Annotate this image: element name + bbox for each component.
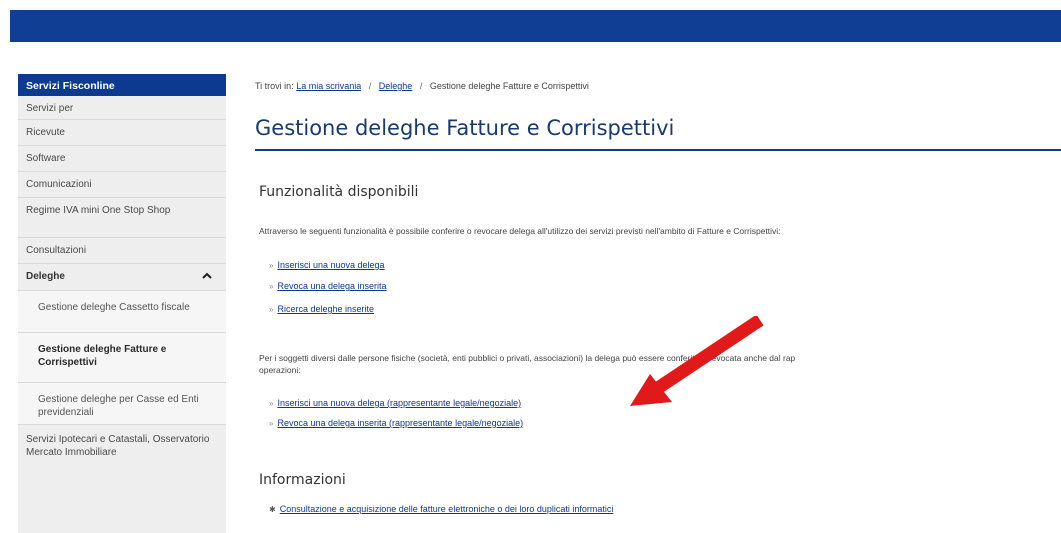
sidebar-item-consultazioni[interactable]: Consultazioni bbox=[18, 238, 226, 264]
breadcrumb-link-scrivania[interactable]: La mia scrivania bbox=[296, 81, 361, 91]
header-bar bbox=[10, 10, 1061, 42]
section-title-informazioni: Informazioni bbox=[259, 472, 346, 488]
sidebar-item-comunicazioni[interactable]: Comunicazioni bbox=[18, 172, 226, 198]
list-item: » Ricerca deleghe inserite bbox=[269, 304, 374, 314]
sidebar-item-regime-iva[interactable]: Regime IVA mini One Stop Shop bbox=[18, 198, 226, 238]
sidebar-item-servizi-per[interactable]: Servizi per bbox=[18, 96, 226, 120]
breadcrumb-current: Gestione deleghe Fatture e Corrispettivi bbox=[429, 81, 589, 91]
list-item: » Inserisci una nuova delega bbox=[269, 260, 385, 270]
top-strip bbox=[0, 0, 1061, 10]
sidebar-item-software[interactable]: Software bbox=[18, 146, 226, 172]
breadcrumb-prefix: Ti trovi in: bbox=[255, 81, 294, 91]
small-arrow-bullet-icon: » bbox=[269, 419, 274, 428]
sidebar-header[interactable]: Servizi Fisconline bbox=[18, 74, 226, 96]
list-item: » Revoca una delega inserita bbox=[269, 281, 387, 291]
sidebar-subitem-fatture[interactable]: Gestione deleghe Fatture e Corrispettivi bbox=[18, 333, 226, 383]
breadcrumb-link-deleghe[interactable]: Deleghe bbox=[379, 81, 413, 91]
sidebar: Servizi Fisconline Servizi per Ricevute … bbox=[18, 74, 226, 533]
title-divider bbox=[255, 149, 1061, 151]
link-ricerca-deleghe[interactable]: Ricerca deleghe inserite bbox=[277, 304, 374, 314]
link-inserisci-delega[interactable]: Inserisci una nuova delega bbox=[277, 260, 384, 270]
page-title: Gestione deleghe Fatture e Corrispettivi bbox=[255, 116, 675, 140]
sidebar-item-ricevute[interactable]: Ricevute bbox=[18, 120, 226, 146]
link-consultazione-fatture[interactable]: Consultazione e acquisizione delle fattu… bbox=[280, 504, 614, 514]
small-arrow-bullet-icon: » bbox=[269, 282, 274, 291]
breadcrumb-separator: / bbox=[368, 81, 372, 91]
sidebar-item-deleghe-label: Deleghe bbox=[26, 271, 65, 282]
breadcrumb-separator: / bbox=[419, 81, 423, 91]
breadcrumb: Ti trovi in: La mia scrivania / Deleghe … bbox=[255, 81, 589, 91]
list-item: » Inserisci una nuova delega (rappresenta… bbox=[269, 398, 521, 408]
red-arrow-annotation bbox=[630, 316, 764, 406]
sidebar-subitem-cassetto[interactable]: Gestione deleghe Cassetto fiscale bbox=[18, 291, 226, 333]
small-arrow-bullet-icon: » bbox=[269, 399, 274, 408]
small-arrow-bullet-icon: » bbox=[269, 305, 274, 314]
section-title-funzionalita: Funzionalità disponibili bbox=[259, 184, 419, 200]
sidebar-item-servizi-ipotecari[interactable]: Servizi Ipotecari e Catastali, Osservato… bbox=[18, 425, 226, 485]
list-item: ✱ Consultazione e acquisizione delle fatt… bbox=[269, 504, 613, 514]
star-bullet-icon: ✱ bbox=[269, 505, 276, 514]
main-content: Ti trovi in: La mia scrivania / Deleghe … bbox=[255, 74, 1061, 533]
link-revoca-delega-rappresentante[interactable]: Revoca una delega inserita (rappresentan… bbox=[277, 418, 523, 428]
list-item: » Revoca una delega inserita (rappresenta… bbox=[269, 418, 523, 428]
intro-text: Attraverso le seguenti funzionalità è po… bbox=[259, 226, 781, 236]
link-revoca-delega[interactable]: Revoca una delega inserita bbox=[277, 281, 386, 291]
small-arrow-bullet-icon: » bbox=[269, 261, 274, 270]
chevron-up-icon[interactable] bbox=[202, 271, 212, 281]
para-soggetti-line2: operazioni: bbox=[259, 365, 301, 375]
sidebar-item-deleghe[interactable]: Deleghe bbox=[18, 264, 226, 291]
link-inserisci-delega-rappresentante[interactable]: Inserisci una nuova delega (rappresentan… bbox=[277, 398, 521, 408]
sidebar-subitem-casse[interactable]: Gestione deleghe per Casse ed Enti previ… bbox=[18, 383, 226, 425]
